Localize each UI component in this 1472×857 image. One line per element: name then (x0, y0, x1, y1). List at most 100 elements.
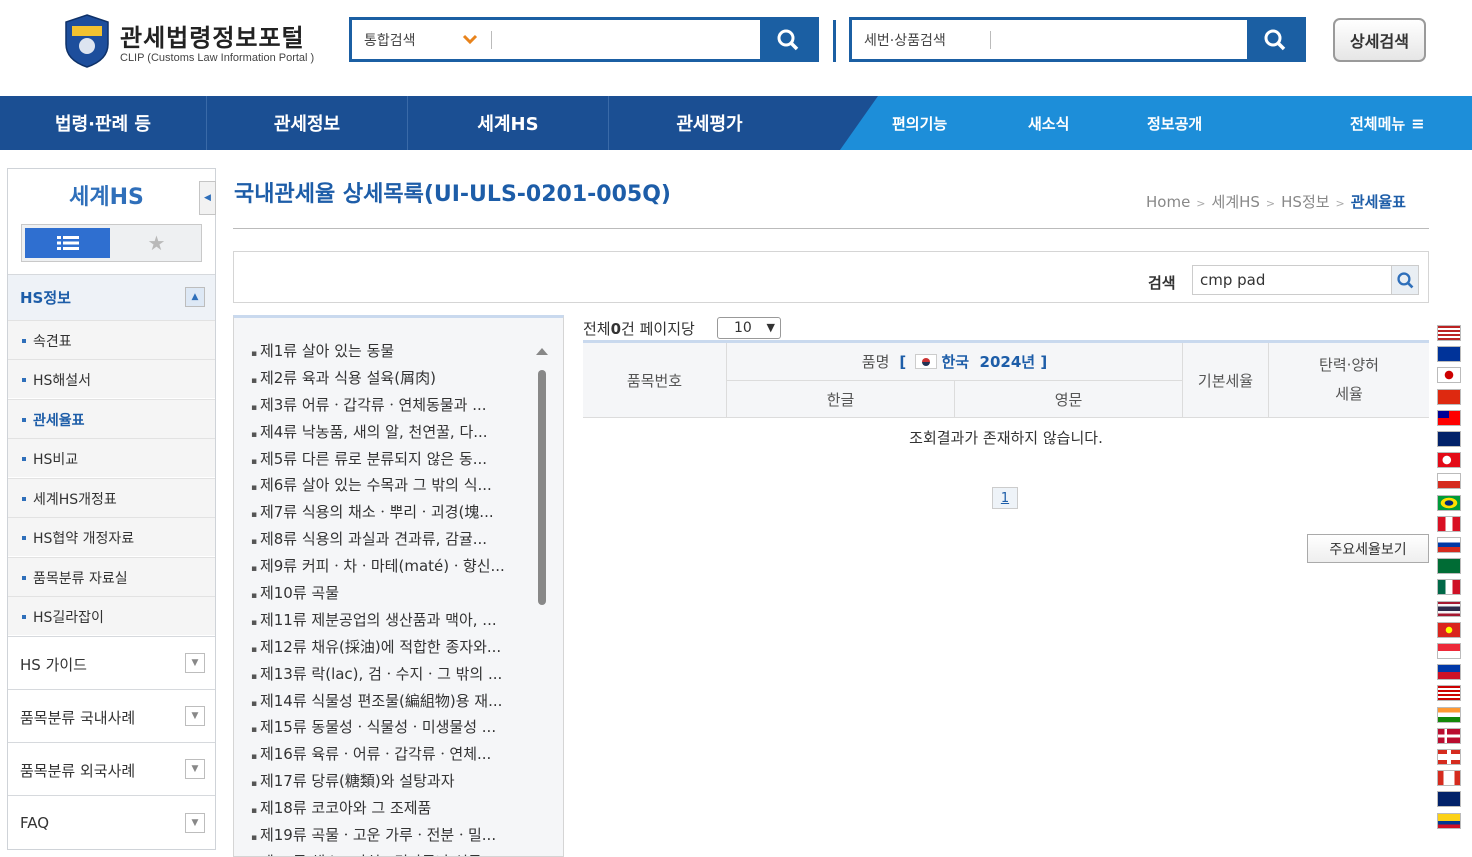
chapter-item[interactable]: 제16류 육류ㆍ어류ㆍ갑각류ㆍ연체... (251, 741, 531, 768)
country-name: 한국 (941, 353, 970, 371)
flag-vn-icon[interactable] (1437, 621, 1461, 638)
flag-tw-icon[interactable] (1437, 409, 1461, 426)
nav-item-convenience[interactable]: 편의기능 (892, 96, 947, 150)
chevron-down-icon[interactable]: ▼ (185, 813, 205, 833)
chapter-item[interactable]: 제9류 커피ㆍ차ㆍ마테(maté)ㆍ향신... (251, 553, 531, 580)
chapter-item[interactable]: 제3류 어류ㆍ갑각류ㆍ연체동물과 ... (251, 392, 531, 419)
nav-item-world-hs[interactable]: 세계HS (408, 96, 609, 150)
main-rates-button[interactable]: 주요세율보기 (1307, 534, 1429, 563)
nav-item-info-disclosure[interactable]: 정보공개 (1147, 96, 1202, 150)
chapter-item[interactable]: 제10류 곡물 (251, 580, 531, 607)
flag-br-icon[interactable] (1437, 494, 1461, 511)
flag-ru-icon[interactable] (1437, 537, 1461, 553)
site-logo[interactable]: 관세법령정보포털 CLIP (Customs Law Information P… (64, 14, 339, 70)
chapter-item[interactable]: 제5류 다른 류로 분류되지 않은 동... (251, 446, 531, 473)
country-selector[interactable]: [ 한국 2024년 ] (899, 351, 1047, 372)
sidebar-item-label: HS협약 개정자료 (33, 531, 135, 547)
nav-item-laws[interactable]: 법령·판례 등 (0, 96, 207, 150)
flag-in-icon[interactable] (1437, 706, 1461, 723)
integrated-search-button[interactable] (760, 20, 816, 59)
sidebar-group-hs-info[interactable]: HS정보 ▲ (8, 274, 215, 320)
tab-favorites[interactable]: ★ (114, 228, 199, 258)
nav-item-customs-valuation[interactable]: 관세평가 (609, 96, 810, 150)
flag-ca-icon[interactable] (1437, 770, 1461, 787)
chapter-item[interactable]: 제13류 락(lac), 검ㆍ수지ㆍ그 밖의 ... (251, 661, 531, 688)
sidebar-item-world-hs-revision[interactable]: 세계HS개정표 (8, 478, 215, 517)
flag-th-icon[interactable] (1437, 600, 1461, 617)
sidebar-item-hs-guide-path[interactable]: HS길라잡이 (8, 596, 215, 635)
flag-my-icon[interactable] (1437, 685, 1461, 702)
flag-tr-icon[interactable] (1437, 452, 1461, 469)
flag-no-icon[interactable] (1437, 727, 1461, 744)
search-type-select[interactable]: 통합검색 (364, 30, 416, 50)
flag-jp-icon[interactable] (1437, 367, 1461, 384)
chapter-list: 제1류 살아 있는 동물 제2류 육과 식용 설육(屑肉) 제3류 어류ㆍ갑각류… (251, 338, 531, 856)
chapter-item[interactable]: 제15류 동물성ㆍ식물성ㆍ미생물성 ... (251, 714, 531, 741)
flag-au-icon[interactable] (1437, 431, 1461, 447)
hs-product-search-input[interactable] (997, 24, 1242, 55)
tab-menu-list[interactable] (25, 228, 110, 258)
chapter-item[interactable]: 제8류 식용의 과실과 견과류, 감귤... (251, 526, 531, 553)
chapter-item[interactable]: 제17류 당류(糖類)와 설탕과자 (251, 768, 531, 795)
sidebar-item-hs-explanatory[interactable]: HS해설서 (8, 359, 215, 398)
scroll-up-icon[interactable] (536, 348, 548, 355)
tariff-search-button[interactable] (1391, 265, 1419, 295)
sidebar-collapse-icon[interactable]: ◀ (199, 181, 216, 215)
nav-item-news[interactable]: 새소식 (1028, 96, 1069, 150)
flag-sg-icon[interactable] (1437, 643, 1461, 659)
hs-product-search-button[interactable] (1247, 20, 1303, 59)
collapse-up-icon[interactable]: ▲ (185, 287, 205, 307)
chevron-down-icon[interactable]: ▼ (185, 706, 205, 726)
breadcrumb-home[interactable]: Home (1146, 193, 1190, 211)
chapter-item[interactable]: 제18류 코코아와 그 조제품 (251, 795, 531, 822)
sidebar-item-classification-library[interactable]: 품목분류 자료실 (8, 557, 215, 596)
flag-sa-icon[interactable] (1437, 558, 1461, 575)
breadcrumb-hs-info[interactable]: HS정보 (1281, 193, 1329, 211)
chapter-item[interactable]: 제12류 채유(採油)에 적합한 종자와... (251, 634, 531, 661)
pagination-page[interactable]: 1 (992, 487, 1018, 509)
detail-search-button[interactable]: 상세검색 (1333, 18, 1426, 62)
flag-cn-icon[interactable] (1437, 388, 1461, 405)
sidebar-item-hs-convention[interactable]: HS협약 개정자료 (8, 517, 215, 556)
col-english: 영문 (955, 381, 1183, 418)
chevron-down-icon[interactable] (460, 29, 480, 49)
chapter-item[interactable]: 제11류 제분공업의 생산품과 맥아, ... (251, 607, 531, 634)
sidebar-group-domestic-cases[interactable]: 품목분류 국내사례 ▼ (8, 689, 215, 742)
sidebar-item-hs-compare[interactable]: HS비교 (8, 438, 215, 477)
sidebar-group-hs-guide[interactable]: HS 가이드 ▼ (8, 636, 215, 689)
chapter-item[interactable]: 제14류 식물성 편조물(編組物)용 재... (251, 688, 531, 715)
col-korean: 한글 (727, 381, 955, 418)
flag-ch-icon[interactable] (1437, 749, 1461, 765)
flag-us-icon[interactable] (1437, 325, 1461, 341)
chapter-item[interactable]: 제7류 식용의 채소ㆍ뿌리ㆍ괴경(塊... (251, 499, 531, 526)
chapter-item[interactable]: 제19류 곡물ㆍ고운 가루ㆍ전분ㆍ밀... (251, 822, 531, 849)
chapter-item[interactable]: 제6류 살아 있는 수목과 그 밖의 식... (251, 472, 531, 499)
bullet (22, 615, 26, 619)
nav-item-customs-info[interactable]: 관세정보 (207, 96, 408, 150)
chapter-list-scrollbar[interactable] (536, 342, 548, 856)
flag-co-icon[interactable] (1437, 812, 1461, 829)
chapter-item[interactable]: 제20류 채소ㆍ과실ㆍ견과류나 식물... (251, 849, 531, 856)
flag-pe-icon[interactable] (1437, 515, 1461, 532)
tariff-search-input[interactable] (1192, 265, 1392, 295)
nav-item-all-menu[interactable]: 전체메뉴 ≡ (1350, 96, 1425, 150)
breadcrumb-world-hs[interactable]: 세계HS (1212, 193, 1260, 211)
integrated-search-input[interactable] (498, 24, 754, 55)
chevron-down-icon[interactable]: ▼ (185, 653, 205, 673)
flag-ph-icon[interactable] (1437, 664, 1461, 681)
sidebar-group-foreign-cases[interactable]: 품목분류 외국사례 ▼ (8, 742, 215, 795)
chevron-down-icon[interactable]: ▼ (185, 759, 205, 779)
flag-nz-icon[interactable] (1437, 791, 1461, 808)
chapter-item[interactable]: 제2류 육과 식용 설육(屑肉) (251, 365, 531, 392)
sidebar-item-tariff-table[interactable]: 관세율표 (8, 399, 215, 438)
chapter-item[interactable]: 제4류 낙농품, 새의 알, 천연꿀, 다... (251, 419, 531, 446)
sidebar-group-label: 품목분류 외국사례 (20, 762, 136, 780)
flag-eu-icon[interactable] (1437, 346, 1461, 363)
scrollbar-thumb[interactable] (538, 370, 546, 605)
chapter-item[interactable]: 제1류 살아 있는 동물 (251, 338, 531, 365)
sidebar-item-quick-table[interactable]: 속견표 (8, 320, 215, 359)
sidebar-group-faq[interactable]: FAQ ▼ (8, 795, 215, 849)
flag-cl-icon[interactable] (1437, 473, 1461, 490)
flag-mx-icon[interactable] (1437, 579, 1461, 596)
per-page-select[interactable]: 10 ▼ (717, 317, 781, 339)
